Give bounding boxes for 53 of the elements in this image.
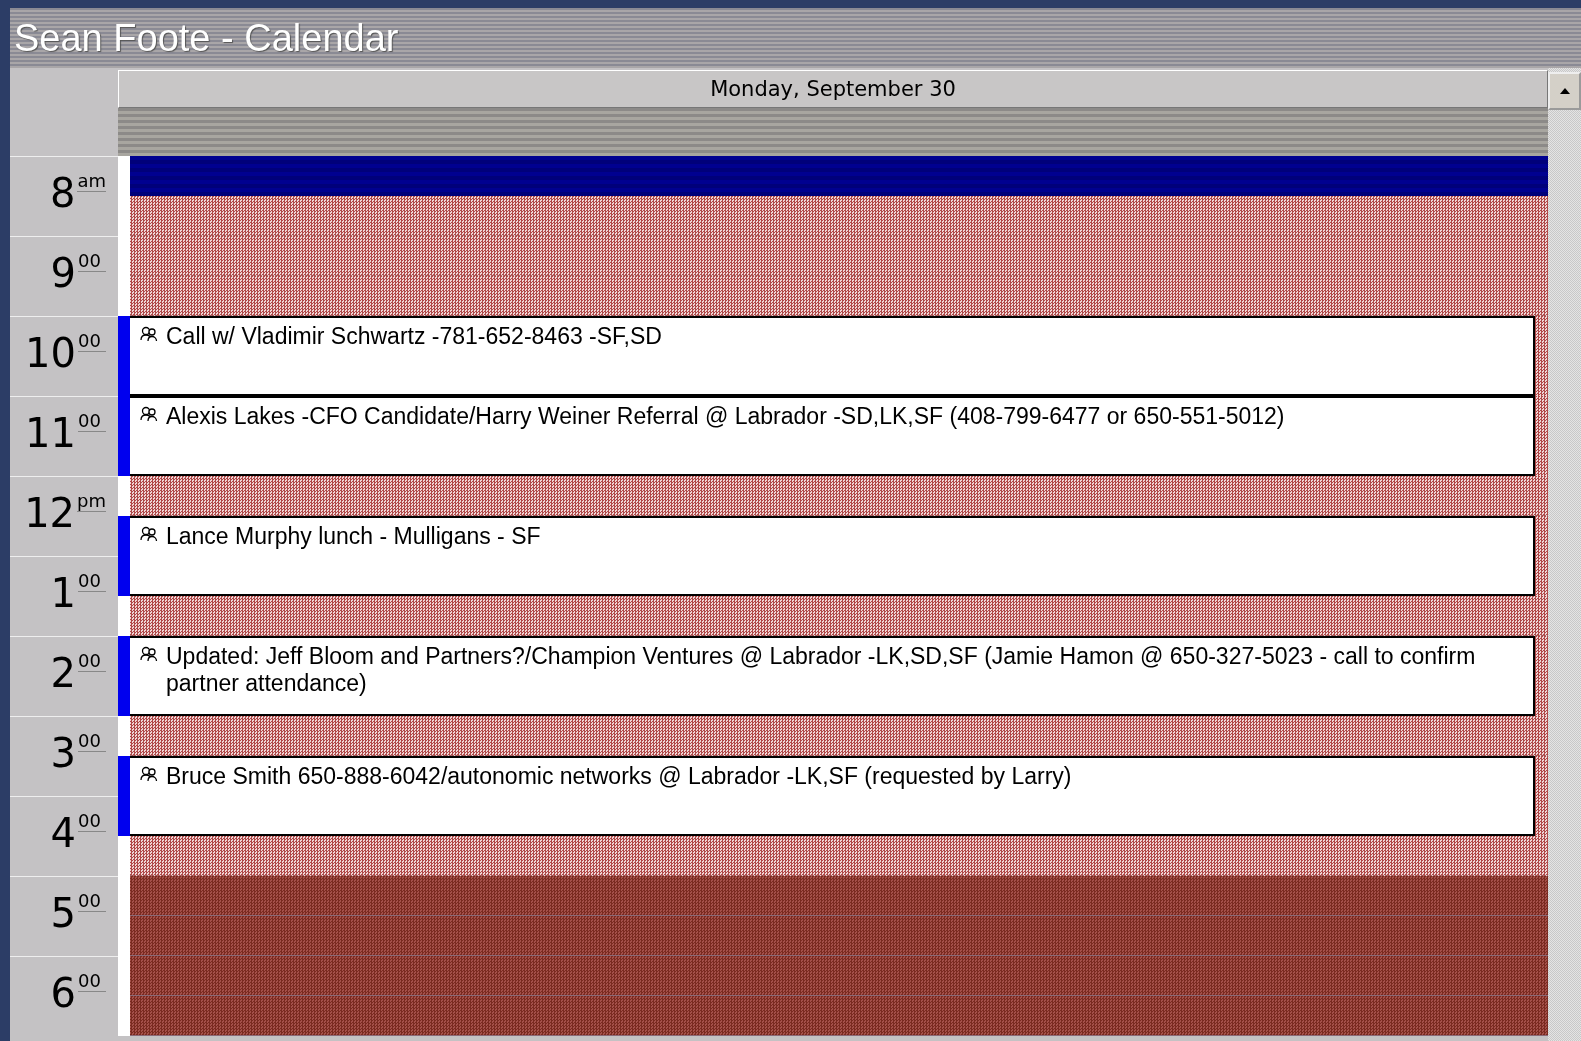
time-slot[interactable] <box>130 956 1548 996</box>
appointment[interactable]: Lance Murphy lunch - Mulligans - SF <box>130 516 1535 596</box>
hour-suffix: 00 <box>78 891 106 912</box>
hour-label: 5 <box>50 891 76 935</box>
hour-suffix: 00 <box>78 251 106 272</box>
appointment-subject: Updated: Jeff Bloom and Partners?/Champion Ventures @ Labrador -LK,SD,SF (Jamie Hamon @ 650-327-5023 - call to confirm partner attendance) <box>166 643 1477 697</box>
time-slot[interactable] <box>130 876 1548 916</box>
hour-label: 2 <box>50 651 76 695</box>
time-slot[interactable] <box>130 836 1548 876</box>
time-slot[interactable] <box>130 716 1548 756</box>
meeting-icon <box>140 406 158 422</box>
up-arrow-icon <box>1559 88 1570 94</box>
scroll-up-button[interactable] <box>1548 72 1581 110</box>
meeting-icon <box>140 646 158 662</box>
hour-suffix: 00 <box>78 971 106 992</box>
hour-label: 1 <box>50 571 76 615</box>
time-slot[interactable] <box>130 196 1548 236</box>
scrollbar[interactable] <box>1548 68 1581 1041</box>
appointment[interactable]: Bruce Smith 650-888-6042/autonomic networks @ Labrador -LK,SF (requested by Larry) <box>130 756 1535 836</box>
appointment-subject: Call w/ Vladimir Schwartz -781-652-8463 -SF,SD <box>166 323 662 350</box>
hour-label: 12 <box>24 491 76 535</box>
hour-suffix: 00 <box>78 651 106 672</box>
hour-suffix: am <box>77 171 106 192</box>
hour-label: 8 <box>49 171 76 215</box>
hour-suffix: 00 <box>78 331 106 352</box>
time-slot[interactable] <box>130 236 1548 276</box>
hour-label: 9 <box>50 251 76 295</box>
meeting-icon <box>140 326 158 342</box>
time-slot[interactable] <box>130 996 1548 1036</box>
time-slot[interactable] <box>130 916 1548 956</box>
appointment[interactable]: Updated: Jeff Bloom and Partners?/Champion Ventures @ Labrador -LK,SD,SF (Jamie Hamon @ 650-327-5023 - call to confirm partner attendance) <box>130 636 1535 716</box>
appointment-subject: Lance Murphy lunch - Mulligans - SF <box>166 523 541 550</box>
appointment[interactable]: Alexis Lakes -CFO Candidate/Harry Weiner Referral @ Labrador -SD,LK,SF (408-799-6477 or 650-551-5012) <box>130 396 1535 476</box>
time-slot[interactable] <box>130 596 1548 636</box>
hour-suffix: 00 <box>78 811 106 832</box>
window-title: Sean Foote - Calendar <box>14 16 399 60</box>
hour-label: 4 <box>50 811 76 855</box>
hour-label: 10 <box>25 331 76 375</box>
hour-label: 11 <box>25 411 76 455</box>
hour-suffix: 00 <box>78 571 106 592</box>
hour-suffix: pm <box>77 491 106 512</box>
hour-label: 3 <box>50 731 76 775</box>
day-header[interactable]: Monday, September 30 <box>118 70 1548 108</box>
appointment-subject: Bruce Smith 650-888-6042/autonomic networks @ Labrador -LK,SF (requested by Larry) <box>166 763 1072 790</box>
hour-suffix: 00 <box>78 731 106 752</box>
time-slot[interactable] <box>130 476 1548 516</box>
appointment-subject: Alexis Lakes -CFO Candidate/Harry Weiner Referral @ Labrador -SD,LK,SF (408-799-6477 or 650-551-5012) <box>166 403 1285 430</box>
appointment[interactable]: Call w/ Vladimir Schwartz -781-652-8463 -SF,SD <box>130 316 1535 396</box>
time-slot[interactable] <box>130 276 1548 316</box>
hour-suffix: 00 <box>78 411 106 432</box>
hour-label: 6 <box>50 971 76 1015</box>
meeting-icon <box>140 526 158 542</box>
meeting-icon <box>140 766 158 782</box>
